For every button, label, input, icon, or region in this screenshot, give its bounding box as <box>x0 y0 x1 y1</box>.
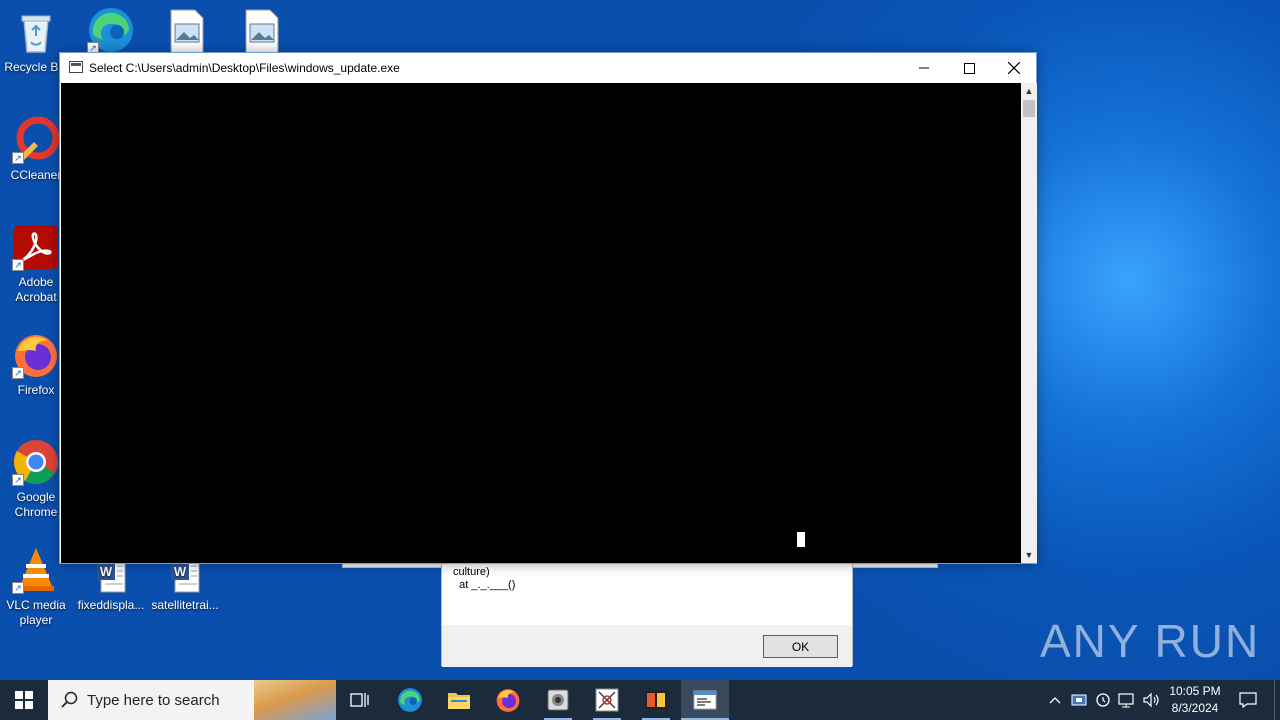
clock-time: 10:05 PM <box>1169 684 1221 698</box>
ccleaner-icon: ↗ <box>12 116 60 164</box>
shortcut-arrow-icon: ↗ <box>12 582 24 594</box>
desktop-icon-label: VLC media player <box>6 598 66 627</box>
recycle-bin-icon <box>12 8 60 56</box>
desktop-icon-word-doc-1[interactable]: W fixeddispla... <box>74 557 148 613</box>
scrollbar-thumb[interactable] <box>1023 100 1035 117</box>
show-hidden-icons-button[interactable] <box>1046 680 1064 720</box>
desktop-icon-label: Firefox <box>17 383 55 397</box>
shortcut-arrow-icon: ↗ <box>12 474 24 486</box>
console-app-icon <box>693 690 717 710</box>
svg-text:W: W <box>174 564 187 579</box>
close-icon <box>1008 62 1020 74</box>
speaker-icon <box>1143 692 1159 708</box>
scroll-up-icon[interactable]: ▲ <box>1021 83 1037 99</box>
app-icon-1 <box>547 689 569 711</box>
tray-security-icon[interactable] <box>1092 680 1114 720</box>
scroll-down-icon[interactable]: ▼ <box>1021 547 1037 563</box>
defender-icon <box>1096 693 1110 707</box>
taskbar-app-3[interactable] <box>632 680 680 720</box>
edge-icon: ↗ <box>87 6 135 54</box>
tray-app-icon[interactable] <box>1068 680 1090 720</box>
tray-app-icon-1 <box>1071 694 1087 706</box>
taskbar: Type here to search 10:05 PM 8/3/2024 <box>0 680 1280 720</box>
firefox-icon: ↗ <box>12 331 60 379</box>
chrome-icon: ↗ <box>12 438 60 486</box>
vlc-icon: ↗ <box>12 546 60 594</box>
console-icon <box>69 61 83 73</box>
search-highlight-image <box>254 680 336 720</box>
desktop-icon-label: fixeddispla... <box>77 598 145 612</box>
console-title-bar[interactable]: Select C:\Users\admin\Desktop\Files\wind… <box>60 53 1036 83</box>
console-output-area[interactable] <box>61 83 1021 563</box>
app-icon-2 <box>595 688 619 712</box>
file-explorer-icon <box>448 693 470 709</box>
app-icon-3 <box>645 691 667 709</box>
taskbar-app-2[interactable] <box>583 680 631 720</box>
windows-logo-icon <box>15 691 33 709</box>
desktop-icon-edge[interactable]: ↗ <box>74 6 148 58</box>
taskbar-file-explorer[interactable] <box>435 680 483 720</box>
taskbar-app-1[interactable] <box>534 680 582 720</box>
dialog-footer: OK <box>442 625 852 667</box>
text-cursor <box>797 532 805 547</box>
image-file-icon <box>238 8 286 56</box>
shortcut-arrow-icon: ↗ <box>12 259 24 271</box>
notifications-button[interactable] <box>1234 680 1262 720</box>
desktop-icon-label: Google Chrome <box>14 490 58 519</box>
close-button[interactable] <box>991 53 1037 83</box>
desktop-icon-word-doc-2[interactable]: W satellitetrai... <box>148 557 222 613</box>
volume-button[interactable] <box>1140 680 1162 720</box>
search-icon <box>61 691 78 708</box>
task-view-button[interactable] <box>336 680 384 720</box>
ok-button[interactable]: OK <box>763 635 838 658</box>
maximize-button[interactable] <box>946 53 992 83</box>
show-desktop-button[interactable] <box>1274 680 1280 720</box>
chevron-up-icon <box>1049 697 1061 704</box>
shortcut-arrow-icon: ↗ <box>12 367 24 379</box>
desktop-icon-label: CCleaner <box>10 168 62 182</box>
notification-icon <box>1239 692 1257 708</box>
taskbar-firefox[interactable] <box>484 680 532 720</box>
task-view-icon <box>350 693 369 707</box>
search-placeholder: Type here to search <box>87 691 220 709</box>
minimize-button[interactable] <box>901 53 947 83</box>
acrobat-icon: ↗ <box>12 223 60 271</box>
svg-text:W: W <box>100 564 113 579</box>
desktop-icon-label: satellitetrai... <box>151 598 219 612</box>
maximize-icon <box>963 62 975 74</box>
anyrun-watermark: ANY RUN <box>1040 608 1260 674</box>
network-button[interactable] <box>1116 680 1138 720</box>
firefox-icon <box>496 689 520 712</box>
edge-icon <box>398 688 422 712</box>
taskbar-console[interactable] <box>681 680 729 720</box>
window-title: Select C:\Users\admin\Desktop\Files\wind… <box>89 61 400 75</box>
clock[interactable]: 10:05 PM 8/3/2024 <box>1160 683 1230 717</box>
watermark-text: ANY RUN <box>1040 615 1261 667</box>
error-message-text: culture) at _._.___() <box>453 566 516 591</box>
network-icon <box>1118 693 1134 708</box>
clock-date: 8/3/2024 <box>1171 701 1219 715</box>
taskbar-search-box[interactable]: Type here to search <box>48 680 336 720</box>
vertical-scrollbar[interactable]: ▲ ▼ <box>1021 83 1037 563</box>
minimize-icon <box>919 67 929 69</box>
desktop-icon-label: Adobe Acrobat <box>15 275 57 304</box>
image-file-icon <box>163 8 211 56</box>
console-window: Select C:\Users\admin\Desktop\Files\wind… <box>59 52 1037 564</box>
shortcut-arrow-icon: ↗ <box>12 152 24 164</box>
error-dialog: culture) at _._.___() OK <box>441 562 853 667</box>
start-button[interactable] <box>0 680 48 720</box>
taskbar-edge[interactable] <box>386 680 434 720</box>
